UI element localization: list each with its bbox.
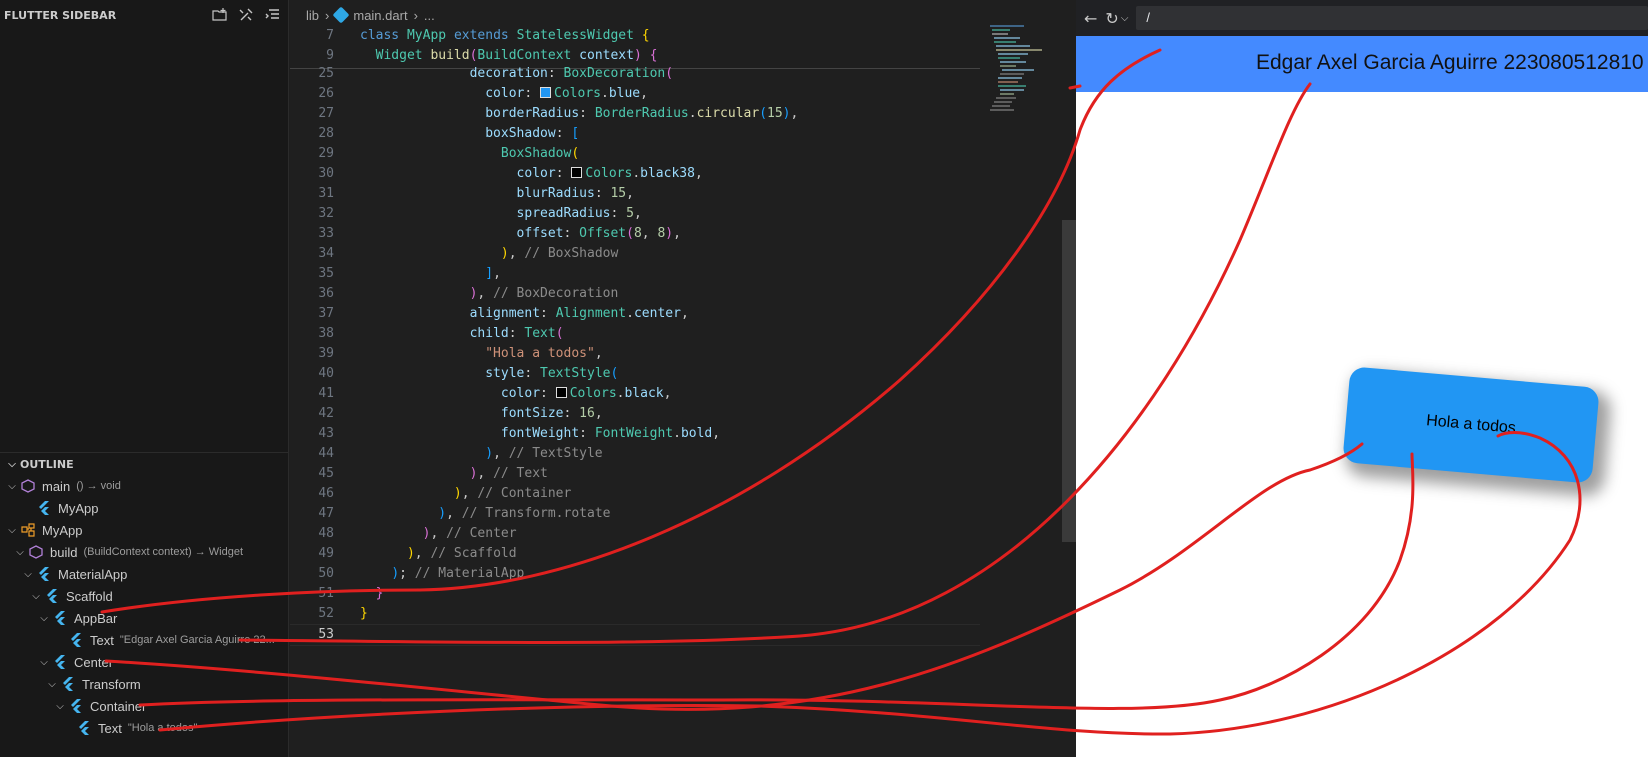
code-line[interactable]: 35 ], bbox=[290, 264, 980, 284]
outline-item-main[interactable]: ⌵ main () → void bbox=[0, 475, 289, 497]
address-bar[interactable]: / bbox=[1136, 6, 1648, 30]
flutter-icon bbox=[71, 633, 81, 647]
code-line[interactable]: 45 ), // Text bbox=[290, 464, 980, 484]
outline-item-build[interactable]: ⌵ build (BuildContext context) → Widget bbox=[0, 541, 289, 563]
flutter-icon bbox=[55, 611, 65, 625]
flutter-icon bbox=[39, 567, 49, 581]
flutter-icon bbox=[55, 655, 65, 669]
sticky-line[interactable]: 9 Widget build(BuildContext context) { bbox=[290, 46, 980, 66]
outline-panel: ⌵ OUTLINE ⌵ main () → void MyApp ⌵ MyApp… bbox=[0, 452, 289, 739]
outline-item-center[interactable]: ⌵ Center bbox=[0, 651, 289, 673]
code-line[interactable]: 27 borderRadius: BorderRadius.circular(1… bbox=[290, 104, 980, 124]
code-line[interactable]: 25 decoration: BoxDecoration( bbox=[290, 64, 980, 84]
color-swatch-black38[interactable] bbox=[571, 167, 583, 178]
code-line[interactable]: 49 ), // Scaffold bbox=[290, 544, 980, 564]
outline-item-scaffold[interactable]: ⌵ Scaffold bbox=[0, 585, 289, 607]
outline-item-myapp-call[interactable]: MyApp bbox=[0, 497, 289, 519]
code-editor[interactable]: lib › main.dart › ... 7 class MyApp exten… bbox=[290, 0, 1076, 757]
app-bar: Edgar Axel Garcia Aguirre 223080512810 bbox=[1076, 36, 1648, 92]
breadcrumb-file[interactable]: main.dart bbox=[353, 8, 407, 23]
flutter-icon bbox=[47, 589, 57, 603]
code-line[interactable]: 44 ), // TextStyle bbox=[290, 444, 980, 464]
outline-item-appbar[interactable]: ⌵ AppBar bbox=[0, 607, 289, 629]
breadcrumb-more[interactable]: ... bbox=[424, 8, 435, 23]
code-line[interactable]: 52} bbox=[290, 604, 980, 624]
code-line[interactable]: 43 fontWeight: FontWeight.bold, bbox=[290, 424, 980, 444]
code-line[interactable]: 28 boxShadow: [ bbox=[290, 124, 980, 144]
flutter-sidebar: FLUTTER SIDEBAR ⌵ OUTLINE ⌵ main () → vo… bbox=[0, 0, 289, 757]
chevron-down-icon: ⌵ bbox=[32, 590, 40, 602]
chevron-down-icon: ⌵ bbox=[56, 700, 64, 712]
rotated-card: Hola a todos bbox=[1342, 366, 1600, 484]
collapse-all-icon[interactable] bbox=[264, 7, 280, 23]
code-line[interactable]: 42 fontSize: 16, bbox=[290, 404, 980, 424]
chevron-down-icon[interactable]: ⌵ bbox=[1121, 13, 1129, 24]
outline-item-card-text[interactable]: Text "Hola a todos" bbox=[0, 717, 289, 739]
function-icon bbox=[21, 479, 35, 493]
code-line[interactable]: 47 ), // Transform.rotate bbox=[290, 504, 980, 524]
outline-item-transform[interactable]: ⌵ Transform bbox=[0, 673, 289, 695]
app-bar-title: Edgar Axel Garcia Aguirre 223080512810 bbox=[1256, 51, 1644, 74]
color-swatch-black[interactable] bbox=[555, 387, 567, 398]
flutter-icon bbox=[63, 677, 73, 691]
chevron-down-icon: ⌵ bbox=[48, 678, 56, 690]
code-line[interactable]: 37 alignment: Alignment.center, bbox=[290, 304, 980, 324]
code-line[interactable]: 36 ), // BoxDecoration bbox=[290, 284, 980, 304]
chevron-down-icon: ⌵ bbox=[8, 458, 16, 470]
flutter-icon bbox=[79, 721, 89, 735]
chevron-right-icon: › bbox=[325, 7, 330, 23]
minimap[interactable] bbox=[980, 22, 1076, 132]
code-line[interactable]: 40 style: TextStyle( bbox=[290, 364, 980, 384]
chevron-down-icon: ⌵ bbox=[40, 612, 48, 624]
code-line-current[interactable]: 53 bbox=[290, 624, 980, 646]
code-line[interactable]: 39 "Hola a todos", bbox=[290, 344, 980, 364]
code-line[interactable]: 26 color: Colors.blue, bbox=[290, 84, 980, 104]
outline-item-materialapp[interactable]: ⌵ MaterialApp bbox=[0, 563, 289, 585]
browser-preview: ← ↻ ⌵ / Edgar Axel Garcia Aguirre 223080… bbox=[1076, 0, 1648, 757]
code-line[interactable]: 32 spreadRadius: 5, bbox=[290, 204, 980, 224]
method-icon bbox=[29, 545, 43, 559]
sticky-line[interactable]: 7 class MyApp extends StatelessWidget { bbox=[290, 26, 980, 46]
editor-scrollbar[interactable] bbox=[1062, 220, 1076, 542]
chevron-down-icon: ⌵ bbox=[24, 568, 32, 580]
code-line[interactable]: 31 blurRadius: 15, bbox=[290, 184, 980, 204]
outline-item-myapp-class[interactable]: ⌵ MyApp bbox=[0, 519, 289, 541]
reload-icon[interactable]: ↻ bbox=[1105, 9, 1118, 28]
code-line[interactable]: 34 ), // BoxShadow bbox=[290, 244, 980, 264]
code-line[interactable]: 41 color: Colors.black, bbox=[290, 384, 980, 404]
class-icon bbox=[21, 523, 35, 537]
outline-item-container[interactable]: ⌵ Container bbox=[0, 695, 289, 717]
flutter-icon bbox=[71, 699, 81, 713]
outline-item-appbar-text[interactable]: Text "Edgar Axel Garcia Aguirre 22... bbox=[0, 629, 289, 651]
chevron-down-icon: ⌵ bbox=[8, 480, 16, 492]
chevron-down-icon: ⌵ bbox=[8, 524, 16, 536]
breadcrumb-lib[interactable]: lib bbox=[306, 8, 319, 23]
code-line[interactable]: 33 offset: Offset(8, 8), bbox=[290, 224, 980, 244]
color-swatch-blue[interactable] bbox=[540, 87, 552, 98]
sidebar-header: FLUTTER SIDEBAR bbox=[0, 0, 288, 30]
dart-file-icon bbox=[332, 6, 350, 24]
browser-toolbar: ← ↻ ⌵ / bbox=[1076, 0, 1648, 36]
chevron-down-icon: ⌵ bbox=[16, 546, 24, 558]
code-line[interactable]: 50 ); // MaterialApp bbox=[290, 564, 980, 584]
back-arrow-icon[interactable]: ← bbox=[1084, 9, 1097, 28]
card-text: Hola a todos bbox=[1425, 412, 1517, 437]
code-line[interactable]: 29 BoxShadow( bbox=[290, 144, 980, 164]
code-line[interactable]: 48 ), // Center bbox=[290, 524, 980, 544]
sidebar-title: FLUTTER SIDEBAR bbox=[4, 8, 117, 22]
flutter-icon bbox=[39, 501, 49, 515]
code-line[interactable]: 30 color: Colors.black38, bbox=[290, 164, 980, 184]
tools-icon[interactable] bbox=[238, 7, 254, 23]
code-line[interactable]: 46 ), // Container bbox=[290, 484, 980, 504]
code-line[interactable]: 51 } bbox=[290, 584, 980, 604]
chevron-right-icon: › bbox=[413, 7, 418, 23]
outline-header[interactable]: ⌵ OUTLINE bbox=[0, 453, 289, 475]
new-folder-icon[interactable] bbox=[212, 7, 228, 23]
code-line[interactable]: 38 child: Text( bbox=[290, 324, 980, 344]
chevron-down-icon: ⌵ bbox=[40, 656, 48, 668]
